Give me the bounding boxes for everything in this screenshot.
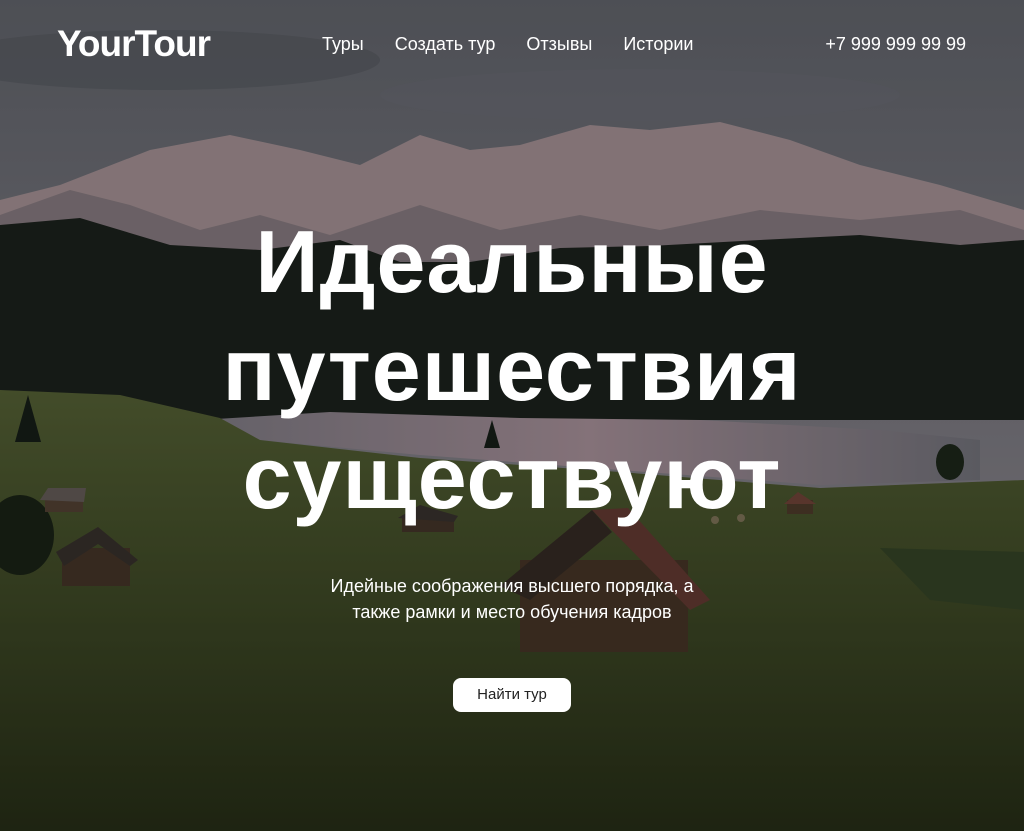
headline-line-1: Идеальные xyxy=(255,212,769,311)
nav-item-create-tour[interactable]: Создать тур xyxy=(395,33,496,55)
phone-link[interactable]: +7 999 999 99 99 xyxy=(825,33,966,55)
headline-line-2: путешествия xyxy=(222,320,802,419)
hero-section: YourTour Туры Создать тур Отзывы Истории… xyxy=(0,0,1024,831)
main-nav: Туры Создать тур Отзывы Истории xyxy=(322,33,693,55)
hero-subtitle: Идейные соображения высшего порядка, а т… xyxy=(287,573,737,625)
subtitle-line-1: Идейные соображения высшего порядка, а xyxy=(330,576,694,596)
logo[interactable]: YourTour xyxy=(57,22,211,66)
find-tour-button[interactable]: Найти тур xyxy=(453,678,571,712)
subtitle-line-2: также рамки и место обучения кадров xyxy=(352,602,672,622)
nav-item-tours[interactable]: Туры xyxy=(322,33,364,55)
headline-line-3: существуют xyxy=(242,428,782,527)
nav-item-reviews[interactable]: Отзывы xyxy=(526,33,592,55)
site-header: YourTour Туры Создать тур Отзывы Истории… xyxy=(0,0,1024,90)
hero-headline: Идеальные путешествия существуют xyxy=(112,208,912,532)
nav-item-stories[interactable]: Истории xyxy=(623,33,693,55)
